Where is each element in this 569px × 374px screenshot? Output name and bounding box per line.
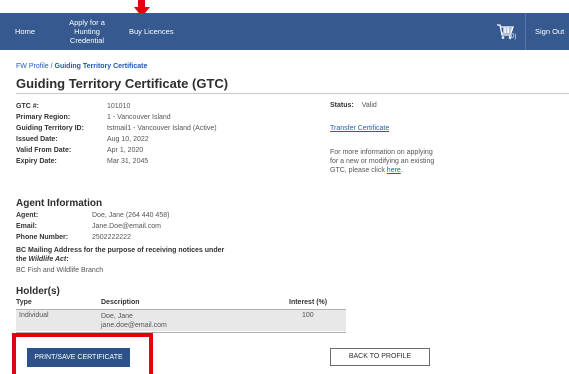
column-header-description: Description (101, 299, 140, 306)
detail-label: Expiry Date: (16, 158, 57, 165)
detail-label: GTC #: (16, 103, 39, 110)
status-field: Status: Valid (330, 102, 377, 109)
holder-email: jane.doe@email.com (101, 322, 167, 329)
mailing-address-value: BC Fish and Wildlife Branch (16, 267, 104, 274)
email-value: Jane.Doe@email.com (92, 223, 161, 230)
column-header-type: Type (16, 299, 32, 306)
title-divider (16, 93, 569, 94)
breadcrumb-fw-profile-link[interactable]: FW Profile (16, 63, 49, 70)
holder-type: Individual (19, 312, 49, 319)
agent-value: Doe, Jane (264 440 458) (92, 212, 170, 219)
breadcrumb: FW Profile / Guiding Territory Certifica… (16, 63, 147, 70)
mailing-label-act: Wildlife Act (28, 256, 67, 263)
nav-buy-licences-link[interactable]: Buy Licences (129, 27, 174, 36)
cart-count-badge: (0) (509, 34, 517, 40)
agent-label: Agent: (16, 212, 39, 219)
phone-value: 2502222222 (92, 234, 131, 241)
page-title: Guiding Territory Certificate (GTC) (16, 76, 229, 91)
holders-table-header: Type Description Interest (%) (16, 299, 346, 309)
nav-home-link[interactable]: Home (15, 27, 35, 36)
status-label: Status: (330, 102, 354, 109)
detail-value: Apr 1, 2020 (107, 147, 144, 154)
breadcrumb-current: Guiding Territory Certificate (54, 63, 148, 70)
detail-value: Mar 31, 2045 (107, 158, 149, 165)
more-info-here-link[interactable]: here (387, 167, 401, 174)
mailing-address-label: BC Mailing Address for the purpose of re… (16, 246, 236, 264)
back-to-profile-button[interactable]: BACK TO PROFILE (330, 348, 430, 366)
detail-value: Aug 10, 2022 (107, 136, 149, 143)
detail-label: Valid From Date: (16, 147, 72, 154)
column-header-interest: Interest (%) (289, 299, 328, 306)
detail-value: tstmail1 - Vancouver Island (Active) (107, 125, 217, 132)
table-row: Individual Doe, Jane jane.doe@email.com … (16, 310, 346, 331)
holder-description: Doe, Jane jane.doe@email.com (101, 312, 167, 330)
top-navigation-bar: Home Apply for a Hunting Credential Buy … (0, 13, 569, 50)
holder-interest: 100 (302, 312, 314, 319)
detail-value: 1 - Vancouver Island (107, 114, 171, 121)
holders-heading: Holder(s) (16, 286, 60, 297)
email-label: Email: (16, 223, 38, 230)
nav-divider (525, 13, 526, 50)
more-info-end: . (400, 167, 403, 174)
mailing-label-colon: : (66, 256, 69, 263)
holder-name: Doe, Jane (101, 313, 133, 320)
more-info-text: For more information on applying for a n… (330, 148, 440, 175)
detail-label: Issued Date: (16, 136, 58, 143)
agent-information-heading: Agent Information (16, 198, 103, 209)
detail-value: 101010 (107, 103, 131, 110)
detail-label: Primary Region: (16, 114, 71, 121)
transfer-certificate-link[interactable]: Transfer Certificate (330, 125, 389, 132)
phone-label: Phone Number: (16, 234, 69, 241)
more-info-body: For more information on applying for a n… (330, 149, 435, 174)
sign-out-link[interactable]: Sign Out (535, 27, 564, 36)
annotation-highlight-box (12, 333, 153, 374)
nav-apply-hunting-credential-link[interactable]: Apply for a Hunting Credential (61, 18, 113, 45)
detail-label: Guiding Territory ID: (16, 125, 84, 132)
status-value: Valid (361, 102, 377, 109)
